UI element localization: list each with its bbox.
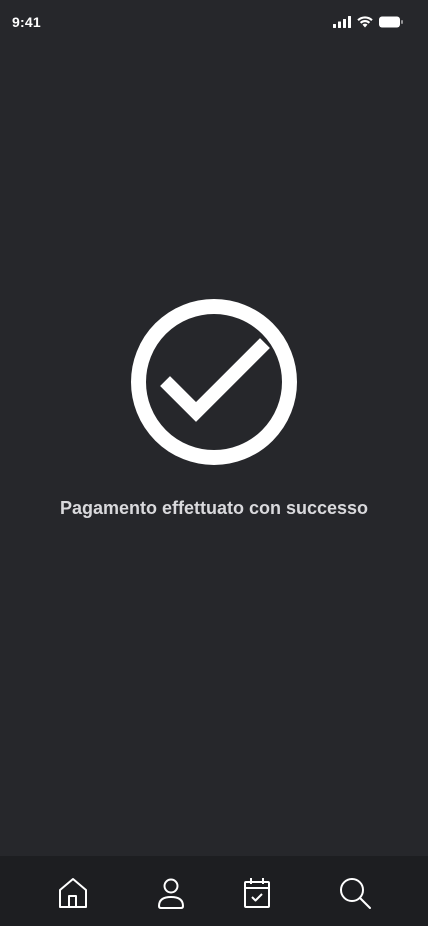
tab-profile[interactable] <box>154 876 188 910</box>
tab-calendar[interactable] <box>240 876 274 910</box>
tab-search[interactable] <box>338 876 372 910</box>
calendar-check-icon <box>242 877 272 909</box>
tab-bar <box>0 856 428 926</box>
battery-icon <box>379 16 404 28</box>
wifi-icon <box>357 16 373 28</box>
success-message: Pagamento effettuato con successo <box>59 498 369 518</box>
user-icon <box>157 877 185 909</box>
status-icons <box>333 16 404 28</box>
status-time: 9:41 <box>12 14 41 30</box>
tab-home[interactable] <box>56 876 90 910</box>
cellular-signal-icon <box>333 16 351 28</box>
status-bar: 9:41 <box>0 0 428 44</box>
home-icon <box>57 876 89 910</box>
search-icon <box>338 876 372 910</box>
check-circle-icon <box>130 298 298 466</box>
